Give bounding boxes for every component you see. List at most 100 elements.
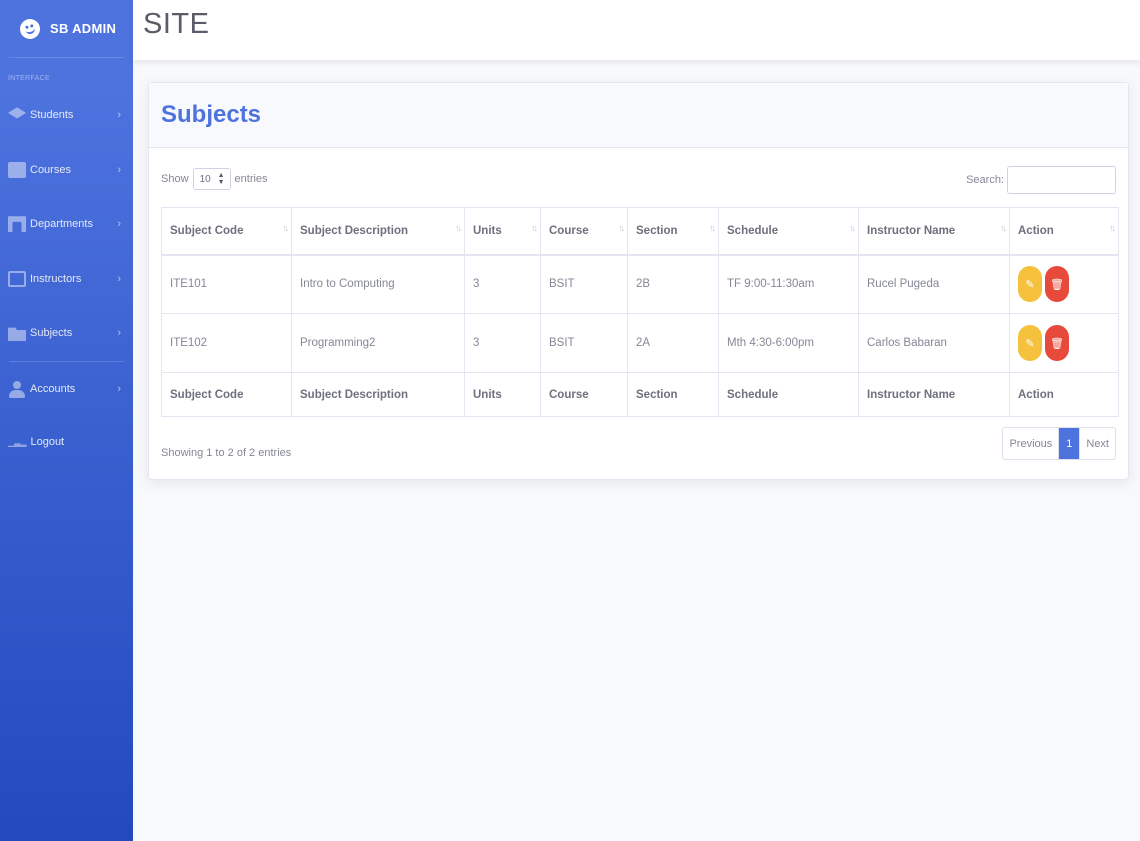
cell-schedule: Mth 4:30-6:00pm: [718, 313, 859, 373]
cell-instructor-name: Carlos Babaran: [858, 313, 1010, 373]
cell-section: 2A: [627, 313, 719, 373]
page-length-value: 10: [199, 173, 211, 185]
sidebar-item-label: Courses: [30, 163, 71, 176]
column-header-schedule[interactable]: Schedule ↑↓: [718, 207, 859, 256]
sidebar-item-label: Instructors: [30, 272, 82, 285]
delete-button[interactable]: 🗑: [1045, 266, 1069, 303]
page-length-control: Show 10 ▲ ▼ entries: [161, 168, 268, 190]
pagination-previous[interactable]: Previous: [1003, 428, 1060, 459]
cell-action: ✎ 🗑: [1009, 254, 1119, 314]
cell-instructor-name: Rucel Pugeda: [858, 254, 1010, 314]
cell-action: ✎ 🗑: [1009, 313, 1119, 373]
sort-icon: ↑↓: [282, 223, 289, 233]
chevron-right-icon: ›: [117, 218, 121, 231]
table-info: Showing 1 to 2 of 2 entries: [161, 447, 292, 459]
chevron-right-icon: ›: [117, 327, 121, 340]
cell-course: BSIT: [540, 313, 628, 373]
sort-icon: ↑↓: [1000, 223, 1007, 233]
footer-subject-code: Subject Code: [161, 372, 292, 417]
laugh-wink-icon: [17, 16, 43, 41]
delete-button[interactable]: 🗑: [1045, 325, 1069, 361]
cell-schedule: TF 9:00-11:30am: [718, 254, 859, 314]
edit-icon: ✎: [1025, 278, 1035, 291]
pagination: Previous 1 Next: [1002, 427, 1116, 460]
page-length-select[interactable]: 10 ▲ ▼: [192, 168, 231, 190]
edit-button[interactable]: ✎: [1018, 266, 1042, 303]
subjects-table: Subject Code ↑↓ Subject Description ↑↓ Uni…: [161, 207, 1119, 417]
column-header-subject-description[interactable]: Subject Description ↑↓: [291, 207, 465, 256]
chevron-right-icon: ›: [117, 109, 121, 122]
archway-icon: [8, 216, 26, 233]
chevron-right-icon: ›: [117, 382, 121, 395]
cell-units: 3: [464, 313, 541, 373]
search-label: Search:: [966, 174, 1004, 186]
table-row: ITE101 Intro to Computing 3 BSIT 2B TF 9…: [161, 254, 1119, 314]
table-header-row: Subject Code ↑↓ Subject Description ↑↓ Uni…: [161, 207, 1119, 256]
search-input[interactable]: [1007, 166, 1116, 194]
pagination-page-1[interactable]: 1: [1059, 428, 1080, 459]
column-header-subject-code[interactable]: Subject Code ↑↓: [161, 207, 292, 256]
sidebar-item-label: Students: [30, 109, 74, 122]
table-footer-row: Subject Code Subject Description Units C…: [161, 372, 1119, 417]
graduation-cap-icon: [8, 107, 26, 119]
sort-icon: ↑↓: [709, 223, 716, 233]
footer-course: Course: [540, 372, 628, 417]
sort-icon: ↑↓: [1109, 223, 1116, 233]
sidebar-item-subjects[interactable]: Subjects ›: [0, 306, 133, 361]
brand-label: SB ADMIN: [50, 21, 117, 36]
trash-icon: 🗑: [1050, 278, 1064, 291]
sidebar-item-label: Accounts: [30, 382, 76, 395]
card-body: Show 10 ▲ ▼ entries Search: Subject Code ↑…: [149, 148, 1128, 417]
cell-section: 2B: [627, 254, 719, 314]
sidebar-item-label: Logout: [30, 436, 65, 448]
page-title: Subjects: [161, 101, 262, 128]
site-title: SITE: [143, 8, 210, 40]
cell-units: 3: [464, 254, 541, 314]
sort-icon: ↑↓: [618, 223, 625, 233]
trash-icon: 🗑: [1050, 337, 1064, 350]
subjects-card: Subjects Show 10 ▲ ▼ entries Search: Sub…: [148, 82, 1129, 480]
column-header-course[interactable]: Course ↑↓: [540, 207, 628, 256]
footer-action: Action: [1009, 372, 1119, 417]
book-icon: [8, 161, 26, 178]
cell-subject-code: ITE101: [161, 254, 292, 314]
column-header-instructor-name[interactable]: Instructor Name ↑↓: [858, 207, 1010, 256]
sidebar-item-courses[interactable]: Courses ›: [0, 143, 133, 198]
select-caret-icon: ▲ ▼: [217, 172, 225, 186]
footer-subject-description: Subject Description: [291, 372, 465, 417]
show-label: Show: [161, 173, 189, 185]
sidebar-item-label: Departments: [30, 218, 93, 231]
table-controls: Show 10 ▲ ▼ entries Search:: [161, 148, 1116, 207]
chart-bar-icon: ▁▃▂: [8, 437, 27, 447]
search-control: Search:: [966, 166, 1116, 194]
sidebar-item-accounts[interactable]: Accounts ›: [0, 362, 133, 417]
column-header-action[interactable]: Action ↑↓: [1009, 207, 1119, 256]
sidebar-item-logout[interactable]: ▁▃▂ Logout: [0, 416, 133, 468]
entries-label: entries: [234, 173, 268, 185]
pagination-next[interactable]: Next: [1079, 428, 1115, 459]
sidebar-item-label: Subjects: [30, 327, 73, 340]
sort-icon: ↑↓: [849, 223, 856, 233]
chevron-right-icon: ›: [117, 272, 121, 285]
edit-button[interactable]: ✎: [1018, 325, 1042, 361]
cell-subject-description: Programming2: [291, 313, 465, 373]
card-header: Subjects: [149, 83, 1128, 148]
sidebar-brand[interactable]: SB ADMIN: [0, 0, 133, 57]
sidebar-item-instructors[interactable]: Instructors ›: [0, 252, 133, 307]
sort-icon: ↑↓: [455, 223, 462, 233]
sidebar-item-students[interactable]: Students ›: [0, 88, 133, 143]
table-row: ITE102 Programming2 3 BSIT 2A Mth 4:30-6…: [161, 313, 1119, 373]
footer-schedule: Schedule: [718, 372, 859, 417]
topbar: SITE: [133, 0, 1140, 60]
edit-icon: ✎: [1025, 337, 1035, 350]
footer-section: Section: [627, 372, 719, 417]
sidebar-item-departments[interactable]: Departments ›: [0, 197, 133, 252]
cell-subject-description: Intro to Computing: [291, 254, 465, 314]
chalkboard-teacher-icon: [8, 270, 26, 287]
user-icon: [8, 380, 26, 398]
column-header-section[interactable]: Section ↑↓: [627, 207, 719, 256]
folder-open-icon: [8, 327, 26, 342]
column-header-units[interactable]: Units ↑↓: [464, 207, 541, 256]
sort-icon: ↑↓: [531, 223, 538, 233]
footer-units: Units: [464, 372, 541, 417]
